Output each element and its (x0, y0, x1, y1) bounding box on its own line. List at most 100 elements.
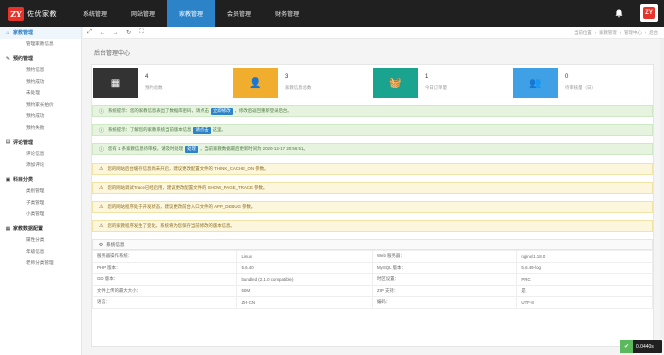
logo[interactable]: ZY 佐优家教 (8, 6, 57, 22)
alert-text: 您的网站程序处于开发状态，建议更改前台入口文件的 APP_DEBUG 参数。 (107, 204, 256, 209)
info-value: Linux (236, 250, 373, 263)
bell-icon[interactable] (610, 4, 628, 22)
main-content: 后台管理中心 ▦ 4 预约总数 👤 3 家教信息总数 🧺 1 今日订单量 👥 0 待审核量（日） ⓘ 系… (83, 39, 664, 355)
stat-cards: ▦ 4 预约总数 👤 3 家教信息总数 🧺 1 今日订单量 👥 0 待审核量（日） (93, 68, 653, 98)
stat-card[interactable]: 👥 0 待审核量（日） (513, 68, 653, 98)
sidebar-item[interactable]: 未处理 (0, 88, 81, 100)
info-value: ZH-CN (236, 296, 373, 309)
info-value: 是 (516, 284, 653, 297)
sidebar-group[interactable]: ✎ 预约管理 (0, 53, 81, 65)
sidebar-item[interactable]: 预约信息 (0, 65, 81, 77)
alert-text: 您的网站调试Trace已经启用，建议更改配置文件的 SHOW_PAGE_TRAC… (107, 184, 268, 190)
info-value: bundled (2.1.0 compatible) (236, 273, 373, 286)
stat-value: 4 (145, 74, 149, 80)
sidebar-group[interactable]: ⌂ 家教管理 (0, 27, 81, 39)
sidebar-item[interactable]: 属性分类 (0, 235, 81, 247)
sidebar-item[interactable]: 评论信息 (0, 148, 81, 160)
alert-green: ⓘ 系统提示：您的家教信息表出了数据库密码，请点击 立即修改 ，修改后返回重新登录后台… (92, 105, 653, 117)
sidebar-group[interactable]: ▣ 科目分类 (0, 174, 81, 186)
table-row: PHP 版本： 5.6.40 MySQL 版本： 5.6.49-log (91, 261, 653, 274)
warning-icon: ⚠ (99, 223, 104, 230)
breadcrumb-item[interactable]: 后台 (649, 30, 658, 36)
alert-text: 系统提示：了解您的家教系统当前版本信息 (108, 127, 192, 133)
breadcrumb-separator: › (644, 29, 647, 35)
info-label: PHP 版本： (91, 261, 238, 274)
sidebar-item[interactable]: 年级信息 (0, 246, 81, 258)
info-label: MySQL 版本： (371, 261, 518, 274)
calendar-icon: ▦ (93, 68, 138, 98)
sidebar-group[interactable]: ▦ 家教数据配置 (0, 223, 81, 235)
alert-text: 系统提示：您的家教信息表出了数据库密码，请点击 (108, 108, 210, 113)
warning-icon: ⚠ (99, 204, 104, 210)
nav-item[interactable]: 家教管理 (167, 0, 216, 27)
breadcrumb: 当前位置 › 家教管理 › 管理中心 › 后台 (574, 30, 658, 36)
sidebar-group-title: 评论管理 (13, 139, 34, 146)
info-label: 服务器操作系统： (91, 250, 238, 263)
refresh-icon[interactable]: ↻ (122, 29, 135, 36)
sidebar-item[interactable]: 预约成功 (0, 111, 81, 123)
alert-action-button[interactable]: 请点击 (193, 126, 211, 134)
grid-icon: ▦ (5, 225, 11, 232)
sidebar-item[interactable]: 预约成功 (0, 76, 81, 88)
stat-label: 预约总数 (145, 85, 163, 90)
breadcrumb-item[interactable]: 管理中心 (624, 30, 642, 36)
nav-item[interactable]: 系统管理 (71, 0, 119, 27)
alert-text-end: ，当前家教数据最后更新时间为 2020-12-17 20:56:51。 (199, 146, 308, 152)
system-info-title: 系统信息 (106, 241, 125, 247)
sidebar-item[interactable]: 老师分类管理 (0, 258, 81, 270)
warning-icon: ⚠ (99, 184, 104, 191)
avatar[interactable]: ZY (640, 4, 658, 22)
info-value: UTF-8 (516, 296, 653, 309)
stat-card[interactable]: ▦ 4 预约总数 (93, 68, 233, 98)
alert-action-button[interactable]: 立即修改 (211, 107, 233, 115)
stat-label: 家教信息总数 (285, 85, 312, 90)
table-row: 语言： ZH-CN 编码： UTF-8 (91, 296, 653, 309)
logo-mark: ZY (8, 7, 24, 21)
alert-yellow: ⚠ 您的网站调试Trace已经启用，建议更改配置文件的 SHOW_PAGE_TRA… (92, 181, 653, 194)
sidebar-item[interactable]: 预约家长拍价 (0, 99, 81, 111)
alert-action-button[interactable]: 处理 (185, 145, 198, 153)
sidebar-item[interactable]: 管理家教信息 (0, 39, 81, 51)
scrollbar[interactable] (660, 39, 664, 339)
sidebar-item[interactable]: 添加评论 (0, 160, 81, 172)
stat-value: 3 (285, 74, 289, 80)
info-label: 文件上传的最大大小： (91, 284, 238, 297)
stat-value: 0 (565, 74, 569, 80)
breadcrumb-item[interactable]: 家教管理 (599, 30, 617, 36)
basket-icon: 🧺 (373, 68, 418, 98)
info-value: nginx/1.18.0 (516, 250, 653, 263)
nav-item[interactable]: 财务管理 (263, 0, 311, 27)
table-row: 服务器操作系统： Linux Web 服务器： nginx/1.18.0 (91, 250, 653, 263)
stat-card[interactable]: 🧺 1 今日订单量 (373, 68, 513, 98)
info-label: 语言： (91, 296, 238, 309)
sidebar-item[interactable]: 小类管理 (0, 209, 81, 221)
info-value: 5.6.49-log (516, 261, 653, 274)
nav-item[interactable]: 会员管理 (215, 0, 263, 27)
nav-item[interactable]: 网站管理 (119, 0, 167, 27)
sidebar-group-title: 预约管理 (13, 56, 34, 63)
sidebar-item[interactable]: 子类管理 (0, 197, 81, 209)
alert-yellow: ⚠ 您的网站后台缓存信息尚未开启，建议更改配置文件的 THINK_CACHE_ON… (92, 162, 653, 175)
sidebar-group[interactable]: ▤ 评论管理 (0, 137, 81, 149)
info-label: ZIP 支持： (371, 284, 518, 297)
speed-badge[interactable]: ✔ 0.0440s (620, 340, 662, 353)
table-row: GD 版本： bundled (2.1.0 compatible) 时区设置： PRC (91, 273, 653, 286)
alert-text: 您的家教程序发生了变化，系统将为您保存当前修改的版本信息。 (107, 223, 235, 229)
forward-icon[interactable]: → (109, 30, 122, 36)
sidebar-item[interactable]: 预约失败 (0, 122, 81, 134)
stat-card[interactable]: 👤 3 家教信息总数 (233, 68, 373, 98)
sidebar-group-title: 家教管理 (13, 30, 34, 37)
back-icon[interactable]: ← (96, 30, 109, 36)
warning-icon: ⚠ (99, 165, 104, 172)
expand-icon[interactable]: ⤢ (83, 29, 96, 36)
info-value: PRC (516, 273, 653, 286)
leaf-icon: ✔ (620, 340, 633, 353)
info-label: GD 版本： (91, 273, 238, 286)
pencil-icon: ✎ (5, 55, 11, 62)
info-icon: ⓘ (99, 146, 105, 153)
group-icon: 👥 (513, 68, 558, 98)
sidebar-group-title: 家教数据配置 (13, 226, 44, 233)
alert-yellow: ⚠ 您的家教程序发生了变化，系统将为您保存当前修改的版本信息。 (92, 220, 653, 233)
sidebar-item[interactable]: 类别管理 (0, 186, 81, 198)
fullscreen-icon[interactable]: ⛶ (135, 29, 148, 36)
